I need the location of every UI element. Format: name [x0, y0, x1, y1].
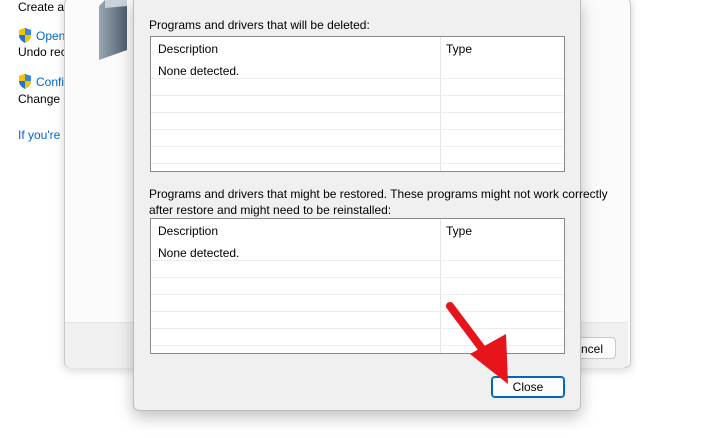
row-divider — [151, 146, 564, 147]
row-divider — [151, 78, 564, 79]
list-header: Description Type — [151, 37, 564, 59]
row-divider — [151, 163, 564, 164]
restored-section-label-line1: Programs and drivers that might be resto… — [149, 187, 608, 201]
column-header-description[interactable]: Description — [158, 42, 218, 56]
row-divider — [151, 129, 564, 130]
row-divider — [151, 277, 564, 278]
deleted-section-label: Programs and drivers that will be delete… — [149, 18, 370, 32]
row-divider — [151, 95, 564, 96]
background-text-create: Create a — [18, 0, 65, 14]
annotation-arrow-icon — [446, 302, 508, 384]
uac-shield-icon — [19, 74, 31, 89]
background-link-configure[interactable]: Confi — [36, 75, 64, 89]
column-header-type[interactable]: Type — [446, 224, 472, 238]
uac-shield-icon — [19, 28, 31, 43]
background-text-change: Change r — [18, 92, 68, 106]
row-divider — [151, 112, 564, 113]
column-header-description[interactable]: Description — [158, 224, 218, 238]
background-text-undo: Undo rec — [18, 45, 67, 59]
list-header: Description Type — [151, 219, 564, 241]
background-link-open[interactable]: Open — [36, 29, 65, 43]
background-link-help[interactable]: If you're — [18, 128, 60, 142]
row-divider — [151, 294, 564, 295]
row-divider — [151, 260, 564, 261]
restored-section-label-line2: after restore and might need to be reins… — [149, 203, 392, 217]
list-item: None detected. — [158, 64, 240, 78]
deleted-programs-list[interactable]: Description Type None detected. — [150, 36, 565, 172]
restore-drive-icon — [99, 0, 127, 60]
list-item: None detected. — [158, 246, 240, 260]
column-header-type[interactable]: Type — [446, 42, 472, 56]
